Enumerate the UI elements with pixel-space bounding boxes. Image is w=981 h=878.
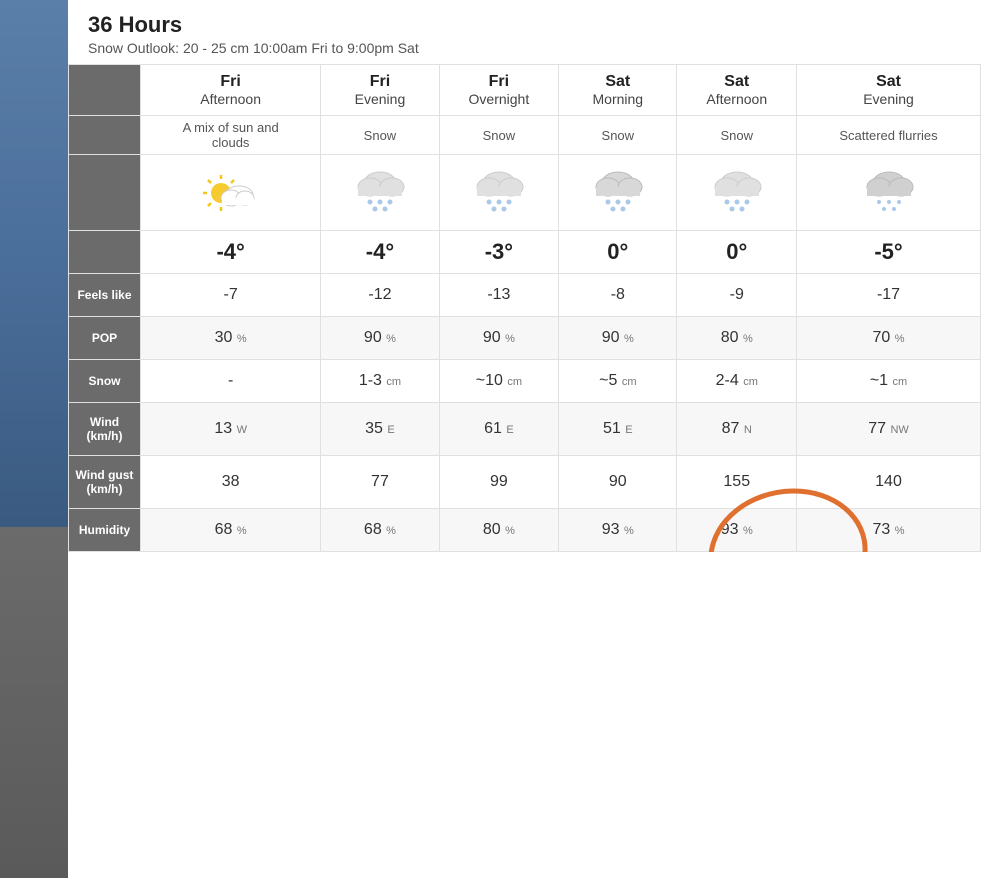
icon-fri-overnight <box>439 155 559 231</box>
col-header-sat-afternoon: Sat Afternoon <box>677 65 797 116</box>
weather-table: Fri Afternoon Fri Evening Fri Overnight … <box>68 64 981 552</box>
feels-like-sat-afternoon: -9 <box>677 274 797 317</box>
icon-row <box>69 155 981 231</box>
snow-afternoon-icon <box>707 165 767 215</box>
wind-label: Wind(km/h) <box>69 403 141 456</box>
wind-fri-afternoon: 13 W <box>141 403 321 456</box>
col-header-sat-evening: Sat Evening <box>797 65 981 116</box>
feels-like-fri-overnight: -13 <box>439 274 559 317</box>
feels-like-fri-afternoon: -7 <box>141 274 321 317</box>
condition-row: A mix of sun andclouds Snow Snow Snow Sn… <box>69 116 981 155</box>
snow-fri-evening: 1-3 cm <box>321 360 439 403</box>
icon-label <box>69 155 141 231</box>
wind-gust-fri-evening: 77 <box>321 456 439 509</box>
icon-sat-evening <box>797 155 981 231</box>
snow-icon <box>350 165 410 215</box>
header: 36 Hours Snow Outlook: 20 - 25 cm 10:00a… <box>68 0 981 64</box>
icon-sat-morning <box>559 155 677 231</box>
icon-sat-afternoon <box>677 155 797 231</box>
wind-sat-evening: 77 NW <box>797 403 981 456</box>
snow-sat-evening: ~1 cm <box>797 360 981 403</box>
pop-sat-morning: 90 % <box>559 317 677 360</box>
feels-like-label: Feels like <box>69 274 141 317</box>
pop-label: POP <box>69 317 141 360</box>
humidity-fri-overnight: 80 % <box>439 509 559 552</box>
snow-sat-afternoon: 2-4 cm <box>677 360 797 403</box>
snow-sat-morning: ~5 cm <box>559 360 677 403</box>
wind-gust-label: Wind gust(km/h) <box>69 456 141 509</box>
humidity-sat-morning: 93 % <box>559 509 677 552</box>
pop-fri-afternoon: 30 % <box>141 317 321 360</box>
humidity-fri-afternoon: 68 % <box>141 509 321 552</box>
pop-sat-afternoon: 80 % <box>677 317 797 360</box>
header-label-cell <box>69 65 141 116</box>
condition-sat-morning: Snow <box>559 116 677 155</box>
wind-gust-sat-morning: 90 <box>559 456 677 509</box>
col-header-fri-evening: Fri Evening <box>321 65 439 116</box>
humidity-sat-afternoon: 93 % <box>677 509 797 552</box>
condition-label <box>69 116 141 155</box>
humidity-row: Humidity 68 % 68 % 80 % 93 % 93 % 73 % <box>69 509 981 552</box>
left-sidebar <box>0 0 68 878</box>
wind-fri-overnight: 61 E <box>439 403 559 456</box>
snow-fri-afternoon: - <box>141 360 321 403</box>
pop-fri-evening: 90 % <box>321 317 439 360</box>
wind-gust-sat-evening: 140 <box>797 456 981 509</box>
feels-like-sat-evening: -17 <box>797 274 981 317</box>
col-header-sat-morning: Sat Morning <box>559 65 677 116</box>
snow-row: Snow - 1-3 cm ~10 cm ~5 cm 2-4 cm ~1 cm <box>69 360 981 403</box>
temp-row: -4° -4° -3° 0° 0° -5° <box>69 231 981 274</box>
feels-like-fri-evening: -12 <box>321 274 439 317</box>
condition-sat-evening: Scattered flurries <box>797 116 981 155</box>
sun-cloud-icon <box>201 165 261 215</box>
pop-row: POP 30 % 90 % 90 % 90 % 80 % 70 % <box>69 317 981 360</box>
wind-gust-fri-overnight: 99 <box>439 456 559 509</box>
temp-fri-evening: -4° <box>321 231 439 274</box>
col-header-fri-overnight: Fri Overnight <box>439 65 559 116</box>
snow-overnight-icon <box>469 165 529 215</box>
temp-fri-overnight: -3° <box>439 231 559 274</box>
wind-row: Wind(km/h) 13 W 35 E 61 E 51 E 87 N 77 N… <box>69 403 981 456</box>
condition-fri-afternoon: A mix of sun andclouds <box>141 116 321 155</box>
snow-label: Snow <box>69 360 141 403</box>
condition-sat-afternoon: Snow <box>677 116 797 155</box>
feels-like-sat-morning: -8 <box>559 274 677 317</box>
snow-morning-icon <box>588 165 648 215</box>
temp-sat-afternoon: 0° <box>677 231 797 274</box>
snow-fri-overnight: ~10 cm <box>439 360 559 403</box>
page-subtitle: Snow Outlook: 20 - 25 cm 10:00am Fri to … <box>88 40 961 56</box>
wind-sat-morning: 51 E <box>559 403 677 456</box>
humidity-fri-evening: 68 % <box>321 509 439 552</box>
condition-fri-evening: Snow <box>321 116 439 155</box>
wind-fri-evening: 35 E <box>321 403 439 456</box>
wind-sat-afternoon: 87 N <box>677 403 797 456</box>
temp-sat-morning: 0° <box>559 231 677 274</box>
humidity-sat-evening: 73 % <box>797 509 981 552</box>
flurries-icon <box>859 165 919 215</box>
pop-fri-overnight: 90 % <box>439 317 559 360</box>
col-header-fri-afternoon: Fri Afternoon <box>141 65 321 116</box>
wind-gust-row: Wind gust(km/h) 38 77 99 90 155 140 <box>69 456 981 509</box>
wind-gust-fri-afternoon: 38 <box>141 456 321 509</box>
temp-sat-evening: -5° <box>797 231 981 274</box>
feels-like-row: Feels like -7 -12 -13 -8 -9 -17 <box>69 274 981 317</box>
temp-label <box>69 231 141 274</box>
icon-fri-afternoon <box>141 155 321 231</box>
icon-fri-evening <box>321 155 439 231</box>
condition-fri-overnight: Snow <box>439 116 559 155</box>
column-header-row: Fri Afternoon Fri Evening Fri Overnight … <box>69 65 981 116</box>
main-content: 36 Hours Snow Outlook: 20 - 25 cm 10:00a… <box>68 0 981 878</box>
temp-fri-afternoon: -4° <box>141 231 321 274</box>
humidity-label: Humidity <box>69 509 141 552</box>
wind-gust-sat-afternoon: 155 <box>677 456 797 509</box>
pop-sat-evening: 70 % <box>797 317 981 360</box>
page-title: 36 Hours <box>88 12 961 38</box>
